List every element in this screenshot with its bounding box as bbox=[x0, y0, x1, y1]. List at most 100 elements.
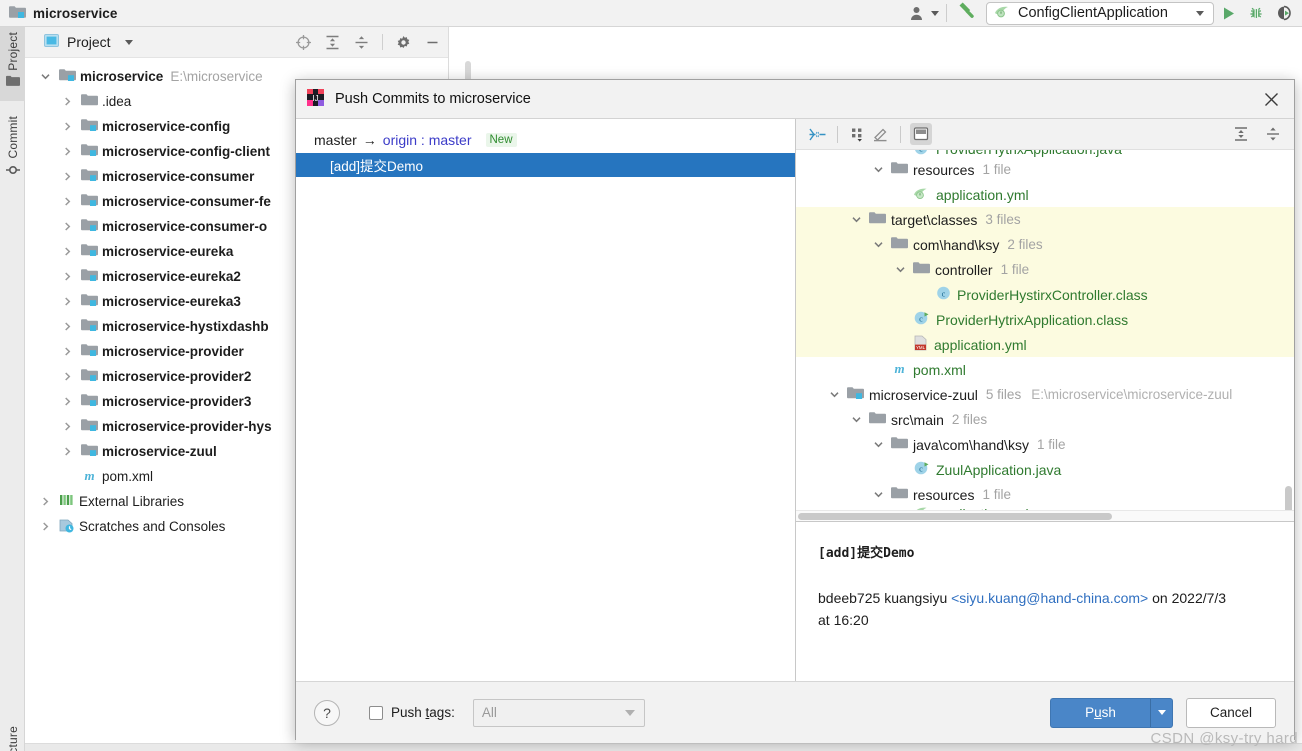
edit-source-pencil-icon[interactable] bbox=[869, 123, 891, 145]
chevron-right-icon[interactable] bbox=[59, 294, 75, 310]
chevron-down-icon[interactable] bbox=[37, 69, 53, 85]
changed-file-count: 1 file bbox=[982, 487, 1011, 502]
changed-files-tree[interactable]: cProviderHytrixApplication.java resources… bbox=[796, 150, 1294, 521]
push-split-button[interactable]: Pu sh bbox=[1050, 697, 1173, 728]
module-folder-icon bbox=[847, 386, 864, 403]
chevron-right-icon[interactable] bbox=[59, 269, 75, 285]
changed-file-name: resources bbox=[913, 486, 975, 503]
chevron-right-icon[interactable] bbox=[59, 369, 75, 385]
chevron-right-icon[interactable] bbox=[59, 419, 75, 435]
run-configuration-selector[interactable]: ConfigClientApplication bbox=[986, 1, 1214, 25]
chevron-down-icon[interactable] bbox=[848, 412, 864, 428]
branch-arrow-icon: → bbox=[362, 132, 377, 148]
select-opened-file-icon[interactable] bbox=[295, 34, 312, 51]
group-by-directory-icon[interactable] bbox=[806, 123, 828, 145]
branch-target[interactable]: origin : master bbox=[383, 132, 472, 148]
chevron-right-icon[interactable] bbox=[59, 219, 75, 235]
cancel-button[interactable]: Cancel bbox=[1186, 697, 1276, 728]
commit-author-email[interactable]: <siyu.kuang@hand-china.com> bbox=[951, 590, 1148, 606]
preview-diff-panel-icon[interactable] bbox=[910, 123, 932, 145]
chevron-down-icon[interactable] bbox=[870, 237, 886, 253]
changed-file-row[interactable]: resources 1 file bbox=[796, 157, 1294, 182]
changed-file-row[interactable]: controller 1 file bbox=[796, 257, 1294, 282]
group-by-icon[interactable] bbox=[847, 123, 869, 145]
hide-panel-icon[interactable] bbox=[424, 34, 441, 51]
chevron-right-icon[interactable] bbox=[59, 319, 75, 335]
scratches-icon bbox=[59, 518, 75, 536]
chevron-right-icon[interactable] bbox=[37, 494, 53, 510]
chevron-right-icon[interactable] bbox=[59, 144, 75, 160]
run-play-icon[interactable] bbox=[1214, 0, 1242, 26]
chevron-down-icon[interactable] bbox=[870, 437, 886, 453]
push-tags-select[interactable]: All bbox=[472, 698, 645, 727]
chevron-down-icon[interactable] bbox=[826, 387, 842, 403]
yml-file-icon: YML bbox=[913, 335, 929, 354]
spring-yaml-icon bbox=[913, 186, 931, 204]
push-options-dropdown[interactable] bbox=[1150, 697, 1173, 728]
changed-file-row[interactable]: src\main 2 files bbox=[796, 407, 1294, 432]
changed-file-row[interactable]: microservice-zuul 5 files E:\microservice\… bbox=[796, 382, 1294, 407]
chevron-right-icon[interactable] bbox=[59, 244, 75, 260]
expand-all-icon[interactable] bbox=[1230, 123, 1252, 145]
changed-file-count: 2 files bbox=[951, 412, 988, 427]
changed-file-row[interactable]: application.yml bbox=[796, 182, 1294, 207]
changed-file-row[interactable]: target\classes 3 files bbox=[796, 207, 1294, 232]
chevron-down-icon[interactable] bbox=[870, 487, 886, 503]
project-tree-row-label: .idea bbox=[102, 94, 132, 109]
changed-file-name: application.yml bbox=[934, 336, 1027, 353]
chevron-right-icon[interactable] bbox=[59, 444, 75, 460]
changed-file-row[interactable]: YML application.yml bbox=[796, 332, 1294, 357]
push-tags-control[interactable]: Push tags: All bbox=[369, 698, 645, 727]
expand-all-icon[interactable] bbox=[324, 34, 341, 51]
changed-file-row[interactable]: c ProviderHytrixApplication.java bbox=[796, 150, 1294, 157]
sidebar-item-project[interactable]: Project bbox=[0, 27, 25, 101]
commit-list-panel: master → origin : master New [add]提交Demo bbox=[296, 119, 796, 681]
changed-file-row[interactable]: m pom.xml bbox=[796, 357, 1294, 382]
spring-boot-class-icon: c bbox=[913, 310, 931, 329]
changed-file-row[interactable]: resources 1 file bbox=[796, 482, 1294, 507]
settings-gear-icon[interactable] bbox=[395, 34, 412, 51]
changed-file-row[interactable]: c ZuulApplication.java bbox=[796, 457, 1294, 482]
window-project-title: microservice bbox=[33, 5, 118, 21]
chevron-down-icon[interactable] bbox=[124, 39, 133, 45]
help-button[interactable]: ? bbox=[314, 699, 340, 726]
chevron-down-icon[interactable] bbox=[848, 212, 864, 228]
changed-file-row[interactable]: c ProviderHystirxController.class bbox=[796, 282, 1294, 307]
sidebar-item-commit[interactable]: Commit bbox=[0, 111, 25, 187]
chevron-right-icon[interactable] bbox=[37, 519, 53, 535]
module-folder-icon bbox=[81, 168, 98, 185]
changed-file-row[interactable]: com\hand\ksy 2 files bbox=[796, 232, 1294, 257]
changed-file-name: application.yml bbox=[936, 186, 1029, 203]
close-icon[interactable] bbox=[1248, 80, 1294, 118]
changed-file-name: ProviderHystirxController.class bbox=[957, 286, 1148, 303]
chevron-down-icon[interactable] bbox=[1196, 10, 1204, 16]
project-tree-row-label: microservice-provider2 bbox=[102, 369, 252, 384]
commit-list-item[interactable]: [add]提交Demo bbox=[296, 153, 795, 177]
changed-file-row[interactable]: java\com\hand\ksy 1 file bbox=[796, 432, 1294, 457]
debug-bug-icon[interactable] bbox=[1242, 0, 1270, 26]
changed-files-panel: cProviderHytrixApplication.java resources… bbox=[796, 119, 1294, 681]
collapse-all-icon[interactable] bbox=[1262, 123, 1284, 145]
file-tree-horizontal-scrollbar[interactable] bbox=[796, 510, 1294, 521]
collapse-all-icon[interactable] bbox=[353, 34, 370, 51]
chevron-right-icon[interactable] bbox=[59, 94, 75, 110]
chevron-right-icon[interactable] bbox=[59, 194, 75, 210]
folder-icon bbox=[891, 486, 908, 503]
chevron-down-icon[interactable] bbox=[892, 262, 908, 278]
chevron-right-icon[interactable] bbox=[59, 119, 75, 135]
chevron-right-icon[interactable] bbox=[59, 394, 75, 410]
hammer-build-icon[interactable] bbox=[954, 1, 976, 26]
sidebar-item-structure[interactable]: Structure bbox=[0, 721, 25, 751]
chevron-down-icon[interactable] bbox=[931, 10, 939, 16]
user-icon[interactable] bbox=[910, 6, 927, 21]
run-with-coverage-icon[interactable] bbox=[1270, 0, 1298, 26]
changed-file-row[interactable]: c ProviderHytrixApplication.class bbox=[796, 307, 1294, 332]
chevron-down-icon[interactable] bbox=[870, 162, 886, 178]
chevron-right-icon[interactable] bbox=[59, 344, 75, 360]
svg-text:m: m bbox=[84, 468, 94, 483]
push-tags-checkbox[interactable] bbox=[369, 705, 383, 720]
chevron-down-icon bbox=[624, 709, 635, 716]
push-button[interactable]: Pu sh bbox=[1050, 697, 1150, 728]
chevron-right-icon[interactable] bbox=[59, 169, 75, 185]
